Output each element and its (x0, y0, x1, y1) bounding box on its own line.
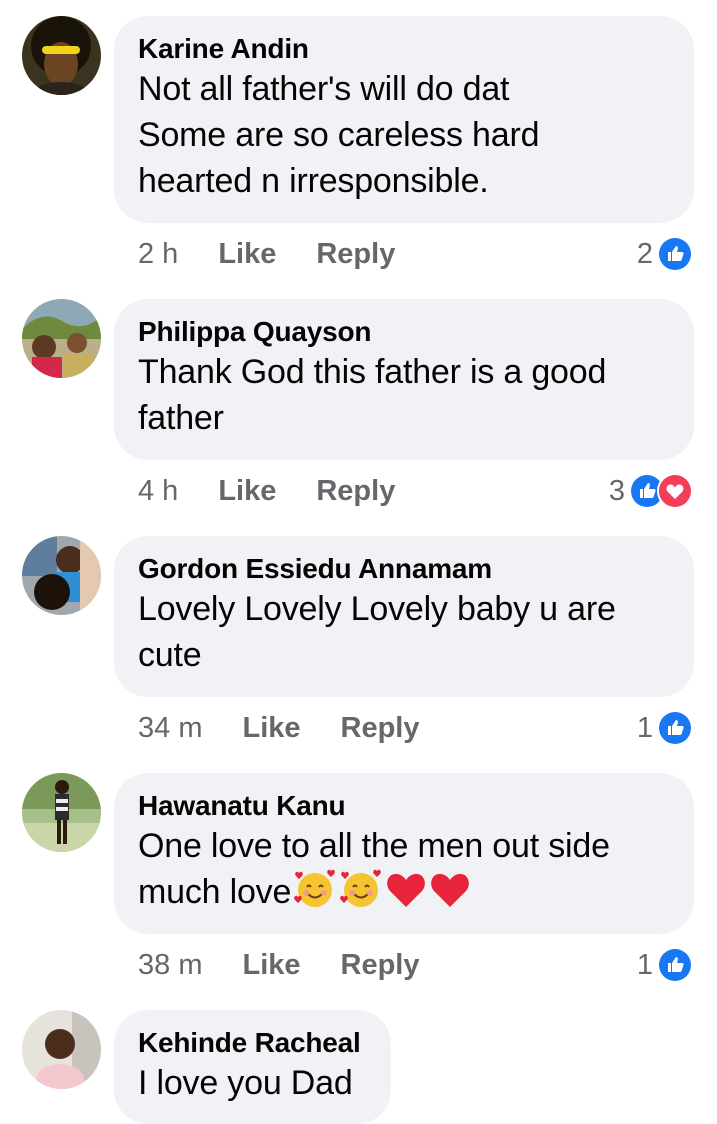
comment-actions: 38 m Like Reply (138, 949, 420, 982)
avatar[interactable] (22, 16, 101, 95)
smiling-face-with-hearts-icon (293, 869, 337, 921)
comment-text: Lovely Lovely Lovely baby u are cute (138, 590, 616, 674)
comment-author[interactable]: Gordon Essiedu Annamam (138, 552, 668, 586)
comment-time[interactable]: 38 m (138, 949, 202, 982)
reply-button[interactable]: Reply (341, 949, 420, 982)
avatar[interactable] (22, 1010, 101, 1089)
reaction-count: 1 (636, 711, 653, 744)
avatar[interactable] (22, 773, 101, 852)
like-icon (657, 710, 693, 746)
comment-author[interactable]: Karine Andin (138, 32, 668, 66)
like-button[interactable]: Like (218, 238, 276, 271)
reaction-summary[interactable]: 2 (637, 236, 693, 272)
reaction-summary[interactable]: 1 (637, 710, 693, 746)
avatar-photo (22, 536, 101, 615)
avatar-photo (22, 1010, 101, 1089)
comment-time[interactable]: 2 h (138, 238, 178, 271)
comment-author[interactable]: Kehinde Racheal (138, 1026, 361, 1060)
like-icon (657, 947, 693, 983)
reaction-count: 3 (608, 474, 625, 507)
comment-actions: 4 h Like Reply (138, 475, 395, 508)
comment-time[interactable]: 4 h (138, 475, 178, 508)
avatar-photo (22, 773, 101, 852)
comment-author[interactable]: Philippa Quayson (138, 315, 668, 349)
avatar[interactable] (22, 536, 101, 615)
reply-button[interactable]: Reply (316, 475, 395, 508)
comment-bubble: Gordon Essiedu Annamam Lovely Lovely Lov… (114, 536, 694, 697)
comment-bubble: Karine Andin Not all father's will do da… (114, 16, 694, 223)
reply-button[interactable]: Reply (316, 238, 395, 271)
like-icon (657, 236, 693, 272)
comment-bubble: Hawanatu Kanu One love to all the men ou… (114, 773, 694, 934)
like-button[interactable]: Like (242, 712, 300, 745)
reaction-summary[interactable]: 3 (609, 473, 693, 509)
comment-text: One love to all the men out side much lo… (138, 823, 668, 921)
avatar[interactable] (22, 299, 101, 378)
comment-actions: 2 h Like Reply (138, 238, 395, 271)
comment-text: I love you Dad (138, 1064, 353, 1102)
comment-time[interactable]: 34 m (138, 712, 202, 745)
like-button[interactable]: Like (218, 475, 276, 508)
red-heart-icon (385, 871, 427, 921)
comment-bubble: Philippa Quayson Thank God this father i… (114, 299, 694, 460)
comment-author[interactable]: Hawanatu Kanu (138, 789, 668, 823)
reaction-count: 1 (636, 948, 653, 981)
comment-text: Thank God this father is a good father (138, 353, 607, 437)
comment-bubble: Kehinde Racheal I love you Dad (114, 1010, 391, 1124)
avatar-photo (22, 16, 101, 95)
avatar-photo (22, 299, 101, 378)
comment-text: Not all father's will do dat Some are so… (138, 70, 540, 200)
comment-actions: 34 m Like Reply (138, 712, 420, 745)
reply-button[interactable]: Reply (341, 712, 420, 745)
smiling-face-with-hearts-icon (339, 869, 383, 921)
love-icon (657, 473, 693, 509)
red-heart-icon (429, 871, 471, 921)
like-button[interactable]: Like (242, 949, 300, 982)
reaction-count: 2 (636, 237, 653, 270)
reaction-summary[interactable]: 1 (637, 947, 693, 983)
